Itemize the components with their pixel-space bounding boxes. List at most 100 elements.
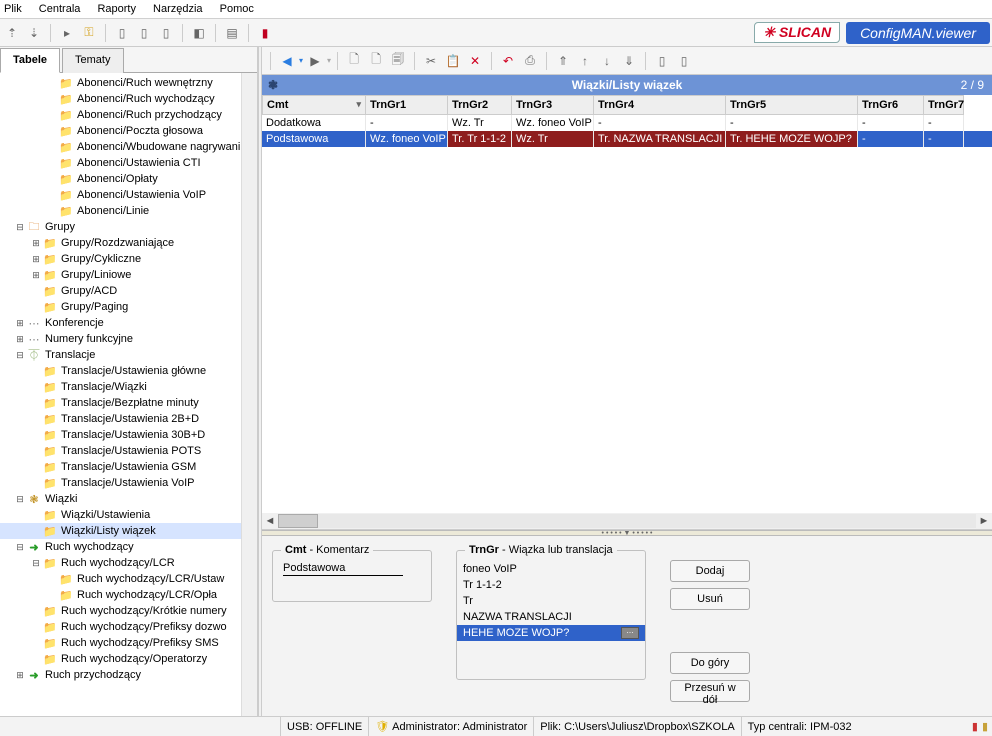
tree-item[interactable]: 📁Ruch wychodzący/Prefiksy dozwo xyxy=(0,619,241,635)
tree-item[interactable]: 📁Translacje/Ustawienia VoIP xyxy=(0,475,241,491)
list-item[interactable]: Tr 1-1-2 xyxy=(457,577,645,593)
hscroll-right-icon[interactable]: ► xyxy=(976,515,992,527)
nav-back-icon[interactable]: ◀ xyxy=(277,51,297,71)
tool-1-icon[interactable]: ⇡ xyxy=(2,23,22,43)
tree-item[interactable]: 📁Ruch wychodzący/Prefiksy SMS xyxy=(0,635,241,651)
delete-button[interactable]: Usuń xyxy=(670,588,750,610)
new-icon[interactable]: 🗋 xyxy=(344,51,364,71)
tree-item[interactable]: 📁Wiązki/Listy wiązek xyxy=(0,523,241,539)
tree-item[interactable]: 📁Grupy/ACD xyxy=(0,283,241,299)
print-icon[interactable]: ⎙ xyxy=(520,51,540,71)
col-header[interactable]: TrnGr5 xyxy=(726,95,858,115)
tool-2-icon[interactable]: ⇣ xyxy=(24,23,44,43)
menu-narzedzia[interactable]: Narzędzia xyxy=(153,3,203,15)
tree-item[interactable]: ⊟⏁Translacje xyxy=(0,347,241,363)
arr2-icon[interactable]: ↑ xyxy=(575,51,595,71)
menu-centrala[interactable]: Centrala xyxy=(39,3,81,15)
add-button[interactable]: Dodaj xyxy=(670,560,750,582)
col-header[interactable]: TrnGr6 xyxy=(858,95,924,115)
tree[interactable]: 📁Abonenci/Ruch wewnętrzny📁Abonenci/Ruch … xyxy=(0,73,241,716)
tree-item[interactable]: 📁Grupy/Paging xyxy=(0,299,241,315)
grp1-icon[interactable]: ▯ xyxy=(652,51,672,71)
tool-b-icon[interactable]: ▯ xyxy=(134,23,154,43)
hscroll-left-icon[interactable]: ◄ xyxy=(262,515,278,527)
tree-item[interactable]: ⊟❃Wiązki xyxy=(0,491,241,507)
tree-item[interactable]: 📁Abonenci/Ustawienia CTI xyxy=(0,155,241,171)
tree-item[interactable]: ⊟📁Ruch wychodzący/LCR xyxy=(0,555,241,571)
tree-item[interactable]: 📁Ruch wychodzący/Operatorzy xyxy=(0,651,241,667)
up-button[interactable]: Do góry xyxy=(670,652,750,674)
menu-plik[interactable]: Plik xyxy=(4,3,22,15)
tree-item[interactable]: 📁Translacje/Ustawienia GSM xyxy=(0,459,241,475)
tree-item[interactable]: 📁Translacje/Ustawienia 2B+D xyxy=(0,411,241,427)
tree-item[interactable]: 📁Abonenci/Wbudowane nagrywani xyxy=(0,139,241,155)
tree-item[interactable]: ⊞📁Grupy/Liniowe xyxy=(0,267,241,283)
tool-c-icon[interactable]: ▯ xyxy=(156,23,176,43)
tree-item[interactable]: 📁Translacje/Ustawienia główne xyxy=(0,363,241,379)
col-header[interactable]: TrnGr3 xyxy=(512,95,594,115)
tree-item[interactable]: ⊞➜Ruch przychodzący xyxy=(0,667,241,683)
ellipsis-icon[interactable]: ⋯ xyxy=(621,627,639,639)
trngr-list[interactable]: foneo VoIPTr 1-1-2TrNAZWA TRANSLACJIHEHE… xyxy=(457,561,645,693)
tool-key-icon[interactable]: ⚿ xyxy=(79,23,99,43)
tree-item[interactable]: 📁Ruch wychodzący/Krótkie numery xyxy=(0,603,241,619)
tool-a-icon[interactable]: ▯ xyxy=(112,23,132,43)
tree-item[interactable]: 📁Abonenci/Ruch wychodzący xyxy=(0,91,241,107)
tree-item[interactable]: 📁Ruch wychodzący/LCR/Opła xyxy=(0,587,241,603)
cut-icon[interactable]: ✂ xyxy=(421,51,441,71)
list-item[interactable]: HEHE MOZE WOJP?⋯ xyxy=(457,625,645,641)
list-item[interactable]: NAZWA TRANSLACJI xyxy=(457,609,645,625)
arr1-icon[interactable]: ⇑ xyxy=(553,51,573,71)
tree-item[interactable]: 📁Wiązki/Ustawienia xyxy=(0,507,241,523)
arr3-icon[interactable]: ↓ xyxy=(597,51,617,71)
tab-tabele[interactable]: Tabele xyxy=(0,48,60,73)
tree-item[interactable]: 📁Abonenci/Poczta głosowa xyxy=(0,123,241,139)
tree-item[interactable]: ⊞📁Grupy/Cykliczne xyxy=(0,251,241,267)
tree-scrollbar[interactable] xyxy=(241,73,257,716)
tree-item[interactable]: 📁Translacje/Ustawienia POTS xyxy=(0,443,241,459)
grid-body[interactable]: Dodatkowa-Wz. TrWz. foneo VoIP----Podsta… xyxy=(262,115,992,513)
col-header[interactable]: TrnGr2 xyxy=(448,95,512,115)
col-header[interactable]: TrnGr4 xyxy=(594,95,726,115)
col-header[interactable]: TrnGr1 xyxy=(366,95,448,115)
list-item[interactable]: Tr xyxy=(457,593,645,609)
tree-item[interactable]: 📁Translacje/Ustawienia 30B+D xyxy=(0,427,241,443)
new2-icon[interactable]: 🗋 xyxy=(366,51,386,71)
tool-stop-icon[interactable]: ▮ xyxy=(255,23,275,43)
grid-header[interactable]: CmtTrnGr1TrnGr2TrnGr3TrnGr4TrnGr5TrnGr6T… xyxy=(262,95,992,115)
tree-item[interactable]: 📁Abonenci/Ustawienia VoIP xyxy=(0,187,241,203)
menu-pomoc[interactable]: Pomoc xyxy=(220,3,254,15)
tree-item[interactable]: 📁Abonenci/Ruch wewnętrzny xyxy=(0,75,241,91)
status-icon1[interactable]: ▮ xyxy=(972,720,978,733)
tree-item[interactable]: 📁Abonenci/Ruch przychodzący xyxy=(0,107,241,123)
grid-hscroll[interactable]: ◄ ► xyxy=(262,513,992,529)
grp2-icon[interactable]: ▯ xyxy=(674,51,694,71)
hscroll-thumb[interactable] xyxy=(278,514,318,528)
delete-icon[interactable]: ✕ xyxy=(465,51,485,71)
arr4-icon[interactable]: ⇓ xyxy=(619,51,639,71)
down-button[interactable]: Przesuń w dół xyxy=(670,680,750,702)
menu-raporty[interactable]: Raporty xyxy=(97,3,136,15)
copy-icon[interactable]: 🗐 xyxy=(388,51,408,71)
col-header[interactable]: Cmt xyxy=(262,95,366,115)
col-header[interactable]: TrnGr7 xyxy=(924,95,964,115)
hscroll-track[interactable] xyxy=(278,514,976,528)
list-item[interactable]: foneo VoIP xyxy=(457,561,645,577)
tree-item[interactable]: ⊞⋯Numery funkcyjne xyxy=(0,331,241,347)
tree-item[interactable]: 📁Ruch wychodzący/LCR/Ustaw xyxy=(0,571,241,587)
undo-icon[interactable]: ↶ xyxy=(498,51,518,71)
tool-doc-icon[interactable]: ▤ xyxy=(222,23,242,43)
tree-item[interactable]: 📁Abonenci/Opłaty xyxy=(0,171,241,187)
tree-item[interactable]: ⊞⋯Konferencje xyxy=(0,315,241,331)
tool-d-icon[interactable]: ◧ xyxy=(189,23,209,43)
tree-item[interactable]: 📁Translacje/Wiązki xyxy=(0,379,241,395)
nav-fwd-icon[interactable]: ▶ xyxy=(305,51,325,71)
status-icon2[interactable]: ▮ xyxy=(982,720,988,733)
tree-item[interactable]: ⊟🗀Grupy xyxy=(0,219,241,235)
cmt-input[interactable] xyxy=(283,561,403,576)
tree-item[interactable]: ⊞📁Grupy/Rozdzwaniające xyxy=(0,235,241,251)
table-row[interactable]: Dodatkowa-Wz. TrWz. foneo VoIP---- xyxy=(262,115,992,131)
paste-icon[interactable]: 📋 xyxy=(443,51,463,71)
tree-item[interactable]: 📁Translacje/Bezpłatne minuty xyxy=(0,395,241,411)
tree-item[interactable]: ⊟➜Ruch wychodzący xyxy=(0,539,241,555)
